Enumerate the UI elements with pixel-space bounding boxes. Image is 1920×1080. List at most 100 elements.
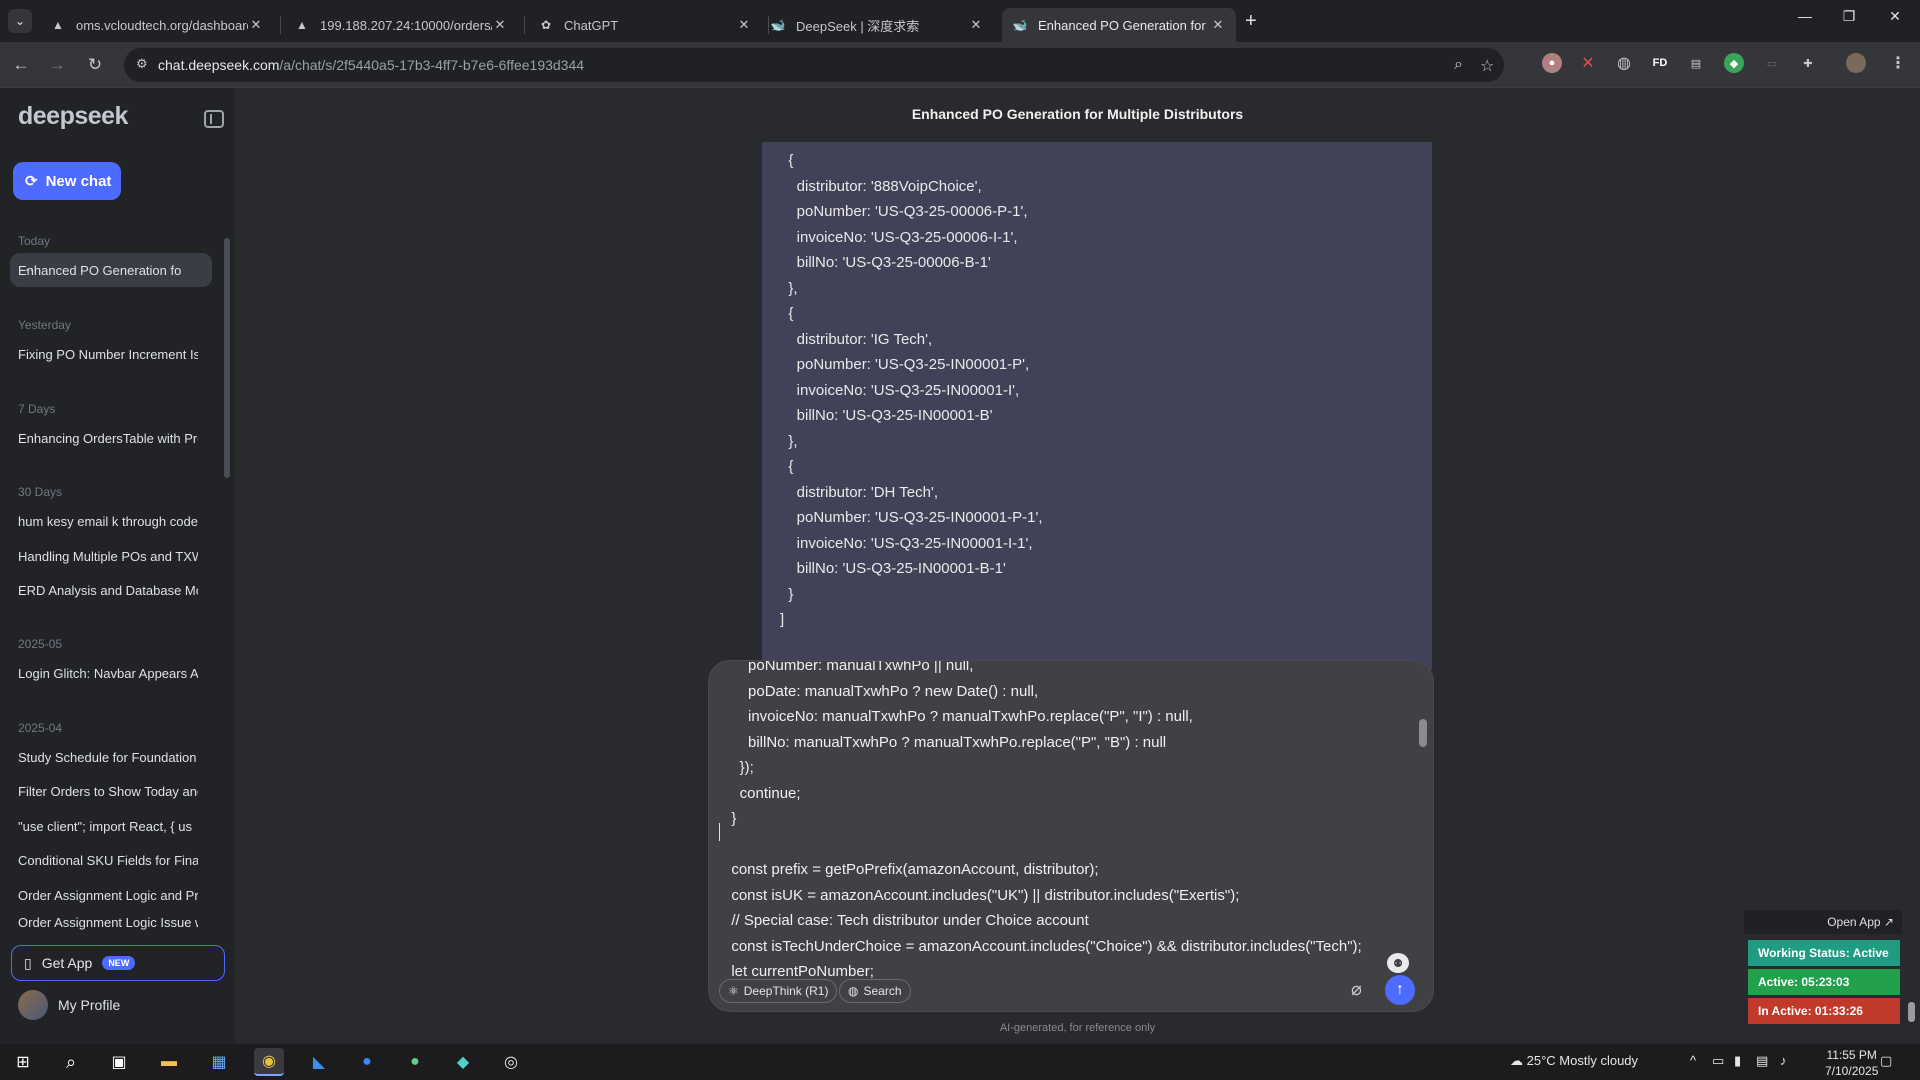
message-code-line: ]	[780, 611, 785, 628]
notification-icon[interactable]: ▢	[1880, 1053, 1892, 1069]
new-chat-button[interactable]: ⟳ New chat	[13, 162, 121, 200]
extension-fd-icon[interactable]: FD	[1648, 53, 1672, 73]
forward-arrow-icon[interactable]: →	[44, 52, 70, 78]
search-icon[interactable]: ⌕	[56, 1048, 86, 1076]
deepseek-logo: deepseek	[18, 102, 128, 130]
zoom-app-icon[interactable]: ●	[352, 1048, 382, 1076]
open-app-button[interactable]: Open App ↗	[1744, 910, 1902, 934]
message-code-line: billNo: 'US-Q3-25-IN00001-B-1'	[780, 560, 1006, 577]
chat-item[interactable]: Study Schedule for Foundation U	[10, 740, 212, 774]
weather-widget[interactable]: ☁ 25°C Mostly cloudy	[1510, 1053, 1638, 1069]
input-code-line: let currentPoNumber;	[723, 963, 874, 980]
message-code-line: billNo: 'US-Q3-25-00006-B-1'	[780, 254, 991, 271]
extension-cast-icon[interactable]: ▭	[1762, 53, 1782, 73]
extension-globe-icon[interactable]: ◍	[1614, 53, 1634, 73]
text-caret	[719, 823, 720, 841]
windows-start-icon[interactable]: ⊞	[8, 1048, 38, 1076]
message-code-line: distributor: 'DH Tech',	[780, 483, 939, 501]
chat-item[interactable]: Conditional SKU Fields for Finan	[10, 843, 212, 877]
profile-avatar-icon[interactable]	[1846, 53, 1866, 73]
chat-item[interactable]: Order Assignment Logic and Pri	[10, 878, 212, 912]
system-clock[interactable]: 11:55 PM 7/10/2025	[1825, 1047, 1878, 1079]
more-options-icon[interactable]: ···	[20, 261, 200, 277]
extension-green-icon[interactable]: ◆	[1724, 53, 1744, 73]
tab-search-chevron-icon[interactable]: ⌄	[8, 9, 32, 33]
input-code-line: poNumber: manualTxwhPo || null,	[723, 660, 974, 674]
chat-item[interactable]: ERD Analysis and Database Mod	[10, 573, 212, 607]
send-button[interactable]: ↑	[1385, 975, 1415, 1005]
file-explorer-icon[interactable]: ▬	[154, 1048, 184, 1076]
reload-icon[interactable]: ↻	[82, 52, 108, 78]
sidebar-collapse-icon[interactable]	[204, 110, 224, 128]
address-bar[interactable]: ⚙ chat.deepseek.com/a/chat/s/2f5440a5-17…	[124, 48, 1504, 82]
triangle-icon: ▲	[296, 18, 308, 32]
bookmark-star-icon[interactable]: ☆	[1480, 56, 1494, 76]
back-arrow-icon[interactable]: ←	[8, 52, 34, 78]
extension-image-icon[interactable]: ▤	[1686, 53, 1706, 73]
tray-volume-icon[interactable]: ♪	[1780, 1053, 1787, 1068]
close-icon[interactable]: ✕	[736, 17, 752, 33]
windows-taskbar: ⊞ ⌕ ▣ ▬ ▦ ◉ ◣ ● ● ◆ ◎ ☁ 25°C Mostly clou…	[0, 1044, 1920, 1080]
input-code-line: poDate: manualTxwhPo ? new Date() : null…	[723, 682, 1039, 700]
get-app-button[interactable]: ▯ Get App NEW	[11, 945, 225, 981]
tab-orders[interactable]: ▲ 199.188.207.24:10000/orders/6 ✕	[284, 8, 518, 42]
tray-battery-icon[interactable]: ▮	[1734, 1053, 1741, 1069]
input-scrollbar[interactable]	[1419, 719, 1427, 747]
window-close-icon[interactable]: ✕	[1872, 8, 1918, 25]
triangle-icon: ▲	[52, 18, 64, 32]
sidebar-scrollbar[interactable]	[224, 238, 230, 478]
attach-paperclip-icon[interactable]: ⌀	[1351, 979, 1362, 1000]
group-label: 2025-04	[18, 721, 63, 735]
group-label: Yesterday	[18, 318, 71, 332]
extension-face-icon[interactable]: ●	[1542, 53, 1562, 73]
deepthink-button[interactable]: ⚛ DeepThink (R1)	[719, 979, 838, 1003]
chat-item[interactable]: "use client"; import React, { us	[10, 809, 212, 843]
tray-chevron-icon[interactable]: ^	[1690, 1053, 1696, 1068]
chat-item[interactable]: Order Assignment Logic Issue w	[10, 912, 212, 932]
tab-oms-dashboard[interactable]: ▲ oms.vcloudtech.org/dashboard ✕	[40, 8, 274, 42]
new-tab-plus-icon[interactable]: +	[1245, 10, 1257, 33]
site-info-icon[interactable]: ⚙	[136, 56, 148, 72]
app-leaf-icon[interactable]: ●	[400, 1048, 430, 1076]
robot-icon[interactable]: ⚉	[1387, 953, 1409, 973]
store-icon[interactable]: ▦	[204, 1048, 234, 1076]
close-icon[interactable]: ✕	[1210, 17, 1226, 33]
page-scrollbar[interactable]	[1908, 1002, 1915, 1022]
tray-monitor-icon[interactable]: ▭	[1712, 1053, 1724, 1069]
chat-item[interactable]: hum kesy email k through code	[10, 504, 212, 538]
input-code-line: }	[723, 810, 737, 827]
close-icon[interactable]: ✕	[248, 17, 264, 33]
close-icon[interactable]: ✕	[968, 17, 984, 33]
zoom-icon[interactable]: ⌕	[1454, 56, 1463, 74]
browser-tab-strip: ⌄ ▲ oms.vcloudtech.org/dashboard ✕ ▲ 199…	[0, 0, 1920, 42]
atom-icon: ⚛	[728, 984, 739, 998]
chat-item[interactable]: Enhancing OrdersTable with Prof	[10, 421, 212, 455]
vscode-icon[interactable]: ◣	[304, 1048, 334, 1076]
close-icon[interactable]: ✕	[492, 17, 508, 33]
chat-item[interactable]: Handling Multiple POs and TXW	[10, 539, 212, 573]
chrome-icon[interactable]: ◉	[254, 1048, 284, 1076]
tab-deepseek[interactable]: 🐋 DeepSeek | 深度求索 ✕	[760, 8, 994, 42]
chat-item[interactable]: Filter Orders to Show Today and	[10, 774, 212, 808]
chatgpt-icon: ✿	[540, 18, 552, 32]
minimize-icon[interactable]: —	[1782, 8, 1828, 24]
tab-enhanced-po[interactable]: 🐋 Enhanced PO Generation for M ✕	[1002, 8, 1236, 42]
tab-chatgpt[interactable]: ✿ ChatGPT ✕	[528, 8, 762, 42]
chat-item[interactable]: Fixing PO Number Increment Iss	[10, 337, 212, 371]
extension-x-icon[interactable]: ✕	[1578, 53, 1598, 73]
chat-item[interactable]: Enhanced PO Generation fo ···	[10, 253, 212, 287]
restore-icon[interactable]: ❐	[1826, 8, 1872, 25]
extensions-puzzle-icon[interactable]: ✚	[1798, 53, 1818, 73]
message-input[interactable]: ⚉ ⚛ DeepThink (R1) ◍ Search ⌀ ↑ poNumber…	[708, 660, 1434, 1012]
app-spiral-icon[interactable]: ◎	[496, 1048, 526, 1076]
my-profile-button[interactable]: My Profile	[18, 990, 120, 1020]
app-diamond-icon[interactable]: ◆	[448, 1048, 478, 1076]
message-code-line: {	[780, 305, 794, 322]
tray-network-icon[interactable]: ▤	[1756, 1053, 1768, 1069]
url-text: chat.deepseek.com/a/chat/s/2f5440a5-17b3…	[158, 57, 585, 73]
task-view-icon[interactable]: ▣	[104, 1048, 134, 1076]
chat-item[interactable]: Login Glitch: Navbar Appears Ab	[10, 656, 212, 690]
menu-kebab-icon[interactable]: ⋮	[1888, 53, 1908, 73]
search-button[interactable]: ◍ Search	[839, 979, 911, 1003]
sidebar: deepseek ⟳ New chat Today Enhanced PO Ge…	[0, 88, 235, 1044]
